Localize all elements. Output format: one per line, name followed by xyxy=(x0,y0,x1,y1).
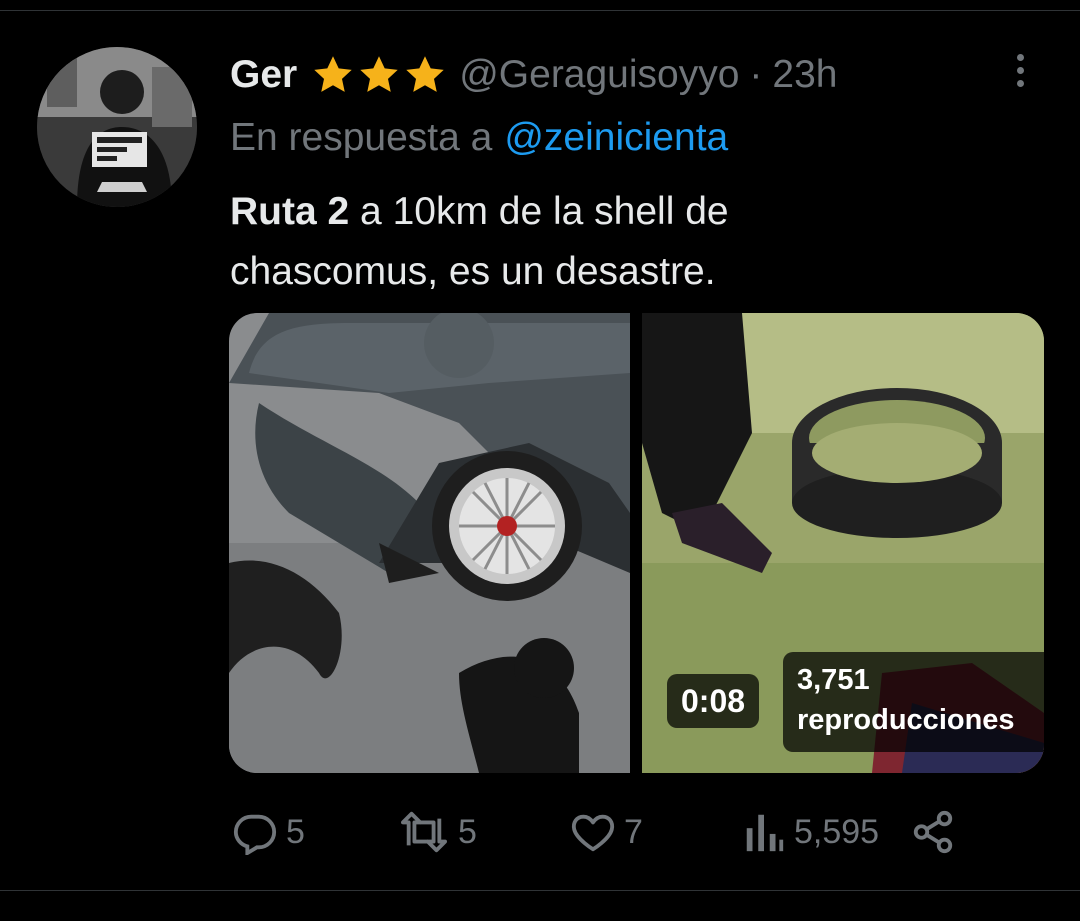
tweet-text-line-1-rest: a 10km de la shell de xyxy=(349,190,729,233)
reply-context: En respuesta a @zeinicienta xyxy=(230,112,728,164)
header-separator: · xyxy=(749,53,763,96)
tweet-header: Ger @Geraguisoyyo · 23h xyxy=(230,50,838,100)
video-view-count: 3,751 reproducciones xyxy=(783,652,1044,752)
car-photo[interactable] xyxy=(229,313,630,773)
video-view-label: reproducciones xyxy=(797,704,1015,736)
video-view-number: 3,751 xyxy=(797,664,870,696)
view-count: 5,595 xyxy=(794,812,880,851)
more-vertical-icon[interactable] xyxy=(1004,50,1036,90)
retweet-icon xyxy=(400,811,447,853)
reply-button[interactable]: 5 xyxy=(232,800,305,864)
retweet-button[interactable]: 5 xyxy=(398,800,477,864)
heart-icon xyxy=(571,814,615,852)
bar-chart-icon xyxy=(746,814,784,852)
star-icon xyxy=(314,56,352,92)
reply-prefix: En respuesta a xyxy=(230,116,493,159)
badge-group xyxy=(311,53,447,97)
tweet-text-line-1: Ruta 2 a 10km de la shell de xyxy=(230,182,1010,242)
video-duration: 0:08 xyxy=(667,674,760,728)
retweet-count: 5 xyxy=(458,812,477,851)
top-divider xyxy=(0,10,1080,11)
star-icon xyxy=(360,56,398,92)
tweet-actions: 5 5 7 5,595 xyxy=(230,800,960,864)
media-grid: 0:08 3,751 reproducciones xyxy=(229,313,1044,773)
tweet-text: Ruta 2 a 10km de la shell de chascomus, … xyxy=(230,182,1010,302)
share-icon xyxy=(913,810,953,854)
reply-count: 5 xyxy=(286,812,305,851)
avatar[interactable] xyxy=(37,47,197,207)
like-button[interactable]: 7 xyxy=(570,800,643,864)
tweet-text-bold: Ruta 2 xyxy=(230,190,350,233)
author-handle[interactable]: @Geraguisoyyo xyxy=(459,53,739,97)
like-count: 7 xyxy=(624,812,643,851)
avatar-photo xyxy=(37,47,197,207)
tweet-text-line-2: chascomus, es un desastre. xyxy=(230,250,716,293)
video-thumbnail[interactable]: 0:08 3,751 reproducciones xyxy=(642,313,1044,773)
reply-icon xyxy=(233,814,277,855)
author-name[interactable]: Ger xyxy=(230,53,297,97)
reply-to-handle[interactable]: @zeinicienta xyxy=(504,116,728,160)
bottom-divider xyxy=(0,890,1080,891)
star-icon xyxy=(406,56,444,92)
views-button[interactable]: 5,595 xyxy=(742,800,879,864)
share-button[interactable] xyxy=(910,800,956,864)
tweet-timestamp[interactable]: 23h xyxy=(772,53,837,97)
